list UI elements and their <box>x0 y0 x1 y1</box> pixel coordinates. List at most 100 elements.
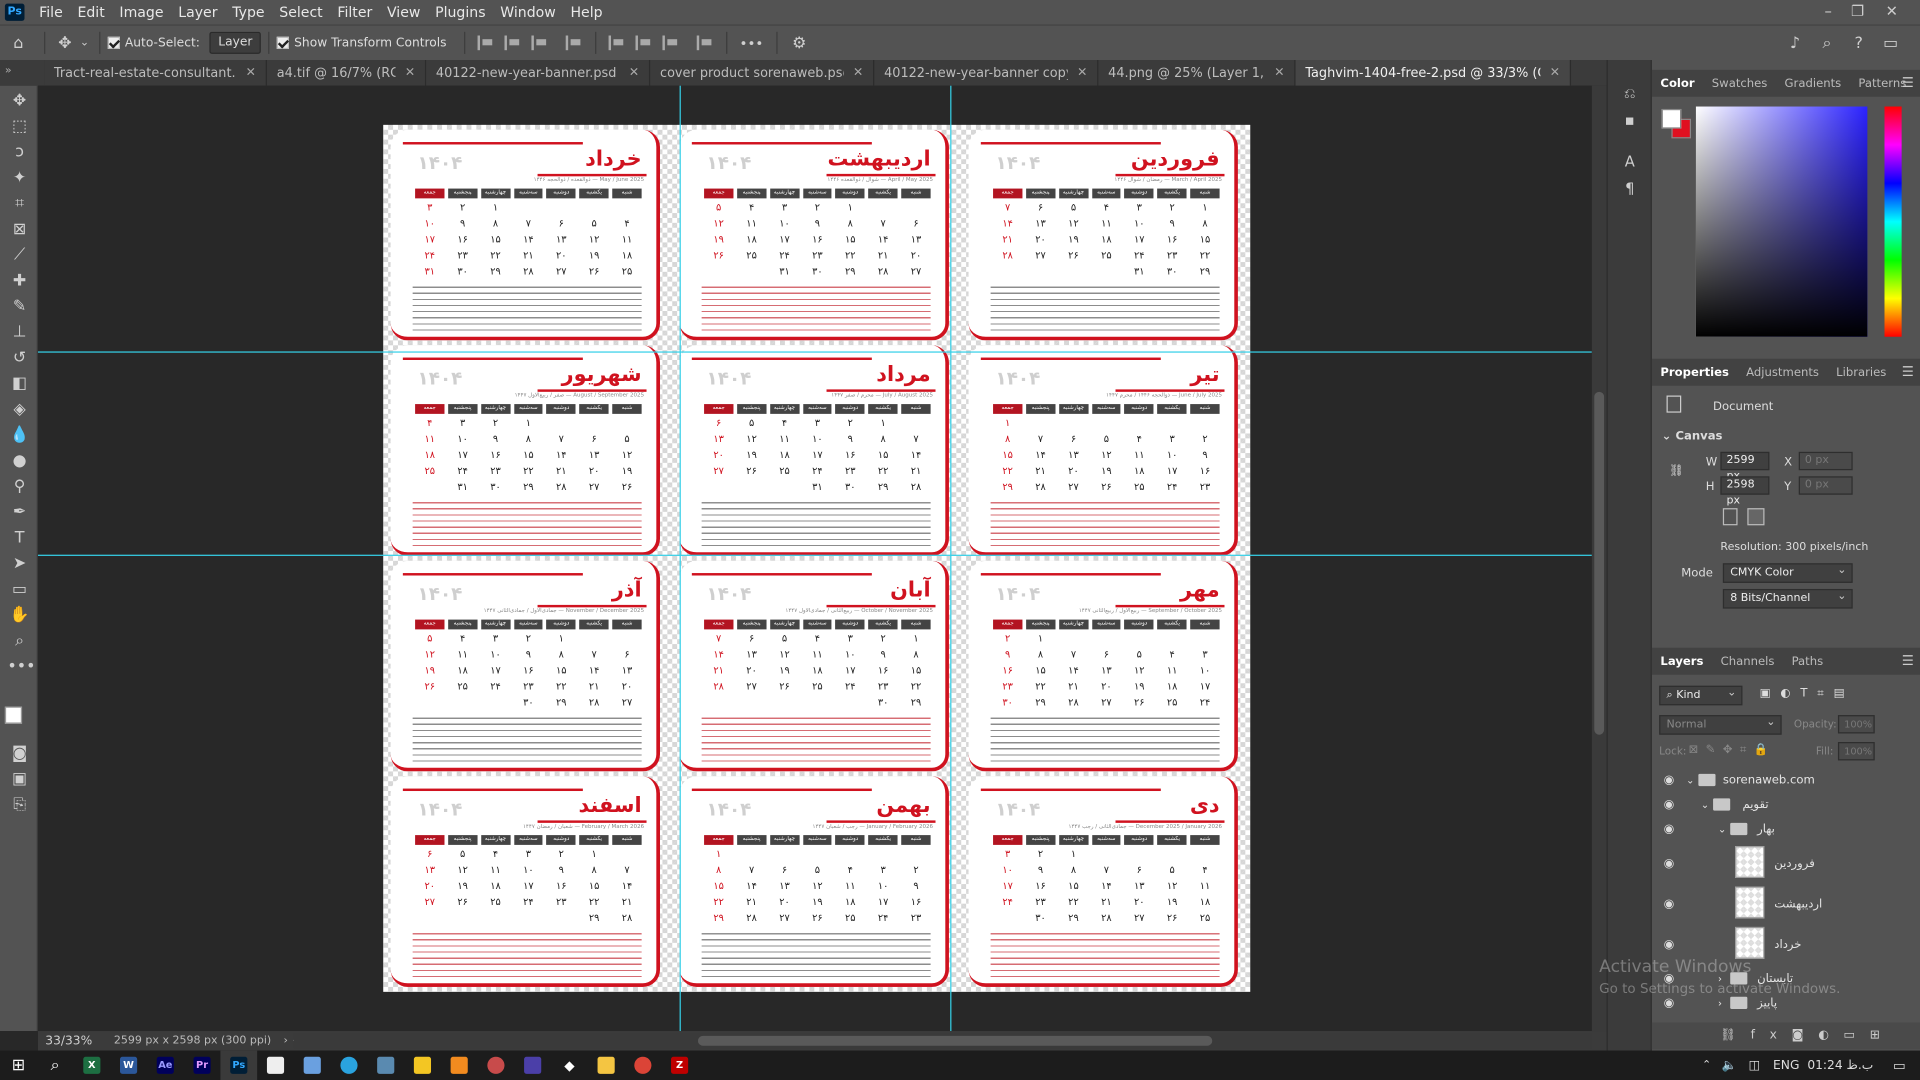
search-icon[interactable]: ⌕ <box>1817 34 1837 52</box>
close-icon[interactable]: ✕ <box>1274 66 1284 79</box>
clock[interactable]: 01:24 ب.ظ <box>1807 1059 1873 1072</box>
after-effects-icon[interactable]: Ae <box>147 1051 184 1080</box>
frame-tool-icon[interactable]: ⊠ <box>7 219 31 241</box>
tab-document[interactable]: Tract-real-estate-consultant.psd ✕ <box>44 60 267 86</box>
menu-plugins[interactable]: Plugins <box>428 4 493 21</box>
auto-select-dropdown[interactable]: Layer <box>209 31 262 54</box>
height-field[interactable]: 2598 px <box>1720 476 1770 507</box>
color-picker-field[interactable] <box>1695 106 1868 337</box>
scroll-thumb[interactable] <box>1594 391 1605 735</box>
distribute-icon[interactable] <box>565 35 582 51</box>
layer-item[interactable]: ◉ فروردین <box>1652 846 1909 880</box>
language-indicator[interactable]: ENG <box>1773 1059 1799 1072</box>
chevron-down-icon[interactable]: ⌄ <box>77 37 92 49</box>
zoom-tool-icon[interactable]: ⌕ <box>7 631 31 653</box>
edit-toolbar-icon[interactable]: ⎘ <box>7 795 31 817</box>
lasso-tool-icon[interactable]: ↄ <box>7 142 31 164</box>
paragraph-icon[interactable]: ¶ <box>1618 180 1642 202</box>
show-transform-checkbox[interactable] <box>277 36 290 49</box>
eraser-icon[interactable]: ◧ <box>7 373 31 395</box>
brush-tool-icon[interactable]: ✎ <box>7 296 31 318</box>
vertical-scrollbar[interactable] <box>1591 85 1607 1032</box>
menu-filter[interactable]: Filter <box>330 4 380 21</box>
panel-menu-icon[interactable]: ☰ <box>1902 75 1914 91</box>
home-icon[interactable]: ⌂ <box>0 34 37 52</box>
layers-footer-icons[interactable]: ⛓fx◙◐▭⊞🗑 <box>1651 1022 1920 1069</box>
move-tool-icon[interactable]: ✥ <box>7 91 31 113</box>
menu-help[interactable]: Help <box>563 4 610 21</box>
eyedropper-icon[interactable]: ⟋ <box>7 245 31 267</box>
eye-icon[interactable]: ◉ <box>1660 822 1677 835</box>
close-icon[interactable]: ✕ <box>405 66 415 79</box>
x-field[interactable]: 0 px <box>1798 451 1853 471</box>
sticky-notes-icon[interactable] <box>404 1051 441 1080</box>
guide-horizontal[interactable] <box>37 554 1592 556</box>
tab-swatches[interactable]: Swatches <box>1703 77 1776 90</box>
tab-paths[interactable]: Paths <box>1783 654 1832 667</box>
eye-icon[interactable]: ◉ <box>1660 897 1677 910</box>
chevron-down-icon[interactable]: ⌄ <box>1718 823 1726 834</box>
network-icon[interactable]: ◫ <box>1749 1059 1761 1072</box>
paint-bucket-icon[interactable]: ◈ <box>7 399 31 421</box>
bit-depth-select[interactable]: 8 Bits/Channel <box>1722 588 1853 609</box>
file-explorer-icon[interactable] <box>588 1051 625 1080</box>
quick-mask-icon[interactable]: ◙ <box>7 743 31 765</box>
lock-icons[interactable]: ⊠✎✥⌗🔒 <box>1689 743 1776 756</box>
chevron-down-icon[interactable]: ⌄ <box>1686 774 1694 785</box>
layer-group[interactable]: ◉ ⌄ تقویم <box>1652 792 1909 816</box>
eye-icon[interactable]: ◉ <box>1660 937 1677 950</box>
tab-document[interactable]: 44.png @ 25% (Layer 1, RGB... ✕ <box>1098 60 1296 86</box>
notifications-icon[interactable]: ▭ <box>1893 1057 1906 1073</box>
photoshop-taskbar-icon[interactable]: Ps <box>220 1050 258 1080</box>
landscape-icon[interactable] <box>1747 508 1765 526</box>
guide-horizontal[interactable] <box>37 351 1592 353</box>
more-tools-icon[interactable]: ••• <box>7 656 35 678</box>
distribute-vertical-icon[interactable] <box>696 35 713 51</box>
marquee-tool-icon[interactable]: ⬚ <box>7 116 31 138</box>
horizontal-scrollbar[interactable] <box>293 1033 1592 1049</box>
layer-group[interactable]: ◉ ⌄ sorenaweb.com <box>1652 768 1909 792</box>
opacity-field[interactable]: 100% <box>1837 715 1875 734</box>
menu-window[interactable]: Window <box>493 4 563 21</box>
windows-start-icon[interactable]: ⊞ <box>0 1051 37 1080</box>
foreground-color-swatch[interactable] <box>1661 108 1682 129</box>
document-canvas[interactable]: ۱۴۰۴ خرداد ذوالقعده / ذوالحجه ۱۴۴۶ — May /… <box>383 124 1251 992</box>
tab-color[interactable]: Color <box>1652 77 1703 90</box>
close-icon[interactable]: ✕ <box>1550 66 1560 79</box>
tab-document[interactable]: cover product sorenaweb.psd @ 6... ✕ <box>650 60 875 86</box>
close-icon[interactable]: ✕ <box>1077 66 1087 79</box>
collapse-toolbar-icon[interactable]: » <box>0 60 45 86</box>
menu-type[interactable]: Type <box>225 4 272 21</box>
align-right-icon[interactable] <box>531 35 548 51</box>
fill-field[interactable]: 100% <box>1837 742 1875 761</box>
guide-vertical[interactable] <box>679 85 681 1032</box>
align-middle-icon[interactable] <box>635 35 652 51</box>
tray-chevron-icon[interactable]: ⌃ <box>1702 1059 1711 1071</box>
excel-icon[interactable]: X <box>73 1051 110 1080</box>
tab-layers[interactable]: Layers <box>1652 654 1712 667</box>
filezilla-icon[interactable]: Z <box>661 1051 698 1080</box>
layer-item[interactable]: ◉ خرداد <box>1652 926 1909 961</box>
telegram-icon[interactable] <box>331 1051 368 1080</box>
character-icon[interactable]: A <box>1618 153 1642 175</box>
layer-item[interactable]: ◉ اردیبهشت <box>1652 886 1909 921</box>
layer-filter-select[interactable]: ⌕ Kind <box>1659 684 1743 706</box>
magic-wand-icon[interactable]: ✦ <box>7 168 31 190</box>
healing-brush-icon[interactable]: ✚ <box>7 271 31 293</box>
more-options-icon[interactable]: ••• <box>734 35 768 51</box>
rectangle-tool-icon[interactable]: ▭ <box>7 579 31 601</box>
chevron-right-icon[interactable]: › <box>1718 997 1722 1008</box>
link-icon[interactable]: ⛓ <box>1669 464 1684 477</box>
pen-tool-icon[interactable]: ✒ <box>7 502 31 524</box>
scroll-thumb[interactable] <box>697 1035 1213 1046</box>
close-window-icon[interactable]: ✕ <box>1878 0 1905 24</box>
guide-vertical[interactable] <box>950 85 952 1032</box>
width-field[interactable]: 2599 px <box>1720 451 1770 482</box>
workspace-icon[interactable]: ▭ <box>1881 34 1901 52</box>
align-bottom-icon[interactable] <box>662 35 679 51</box>
canvas-area[interactable]: ۱۴۰۴ خرداد ذوالقعده / ذوالحجه ۱۴۴۶ — May /… <box>37 85 1592 1032</box>
history-icon[interactable]: ⎌ <box>1618 84 1642 106</box>
type-tool-icon[interactable]: T <box>7 528 31 550</box>
menu-file[interactable]: File <box>32 4 70 21</box>
search-icon[interactable]: ⌕ <box>37 1051 74 1080</box>
